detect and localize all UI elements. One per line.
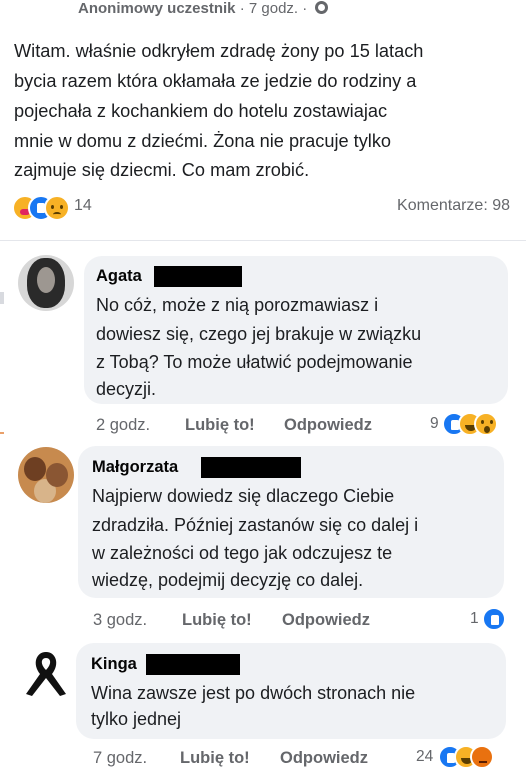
- redaction-bar: [146, 654, 240, 675]
- reply-button[interactable]: Odpowiedz: [280, 749, 368, 768]
- comment-reactions[interactable]: 9: [430, 412, 512, 436]
- post-text-line: pojechała z kochankiem do hotelu zostawi…: [14, 101, 388, 121]
- reaction-count: 9: [430, 415, 439, 432]
- comment-time[interactable]: 3 godz.: [93, 611, 147, 630]
- reaction-count: 1: [470, 610, 479, 627]
- post-header: Anonimowy uczestnik · 7 godz. ·: [78, 0, 329, 22]
- comment-text-line: No cóż, może z nią porozmawiasz i: [96, 295, 379, 315]
- comment-author[interactable]: Małgorzata: [92, 458, 178, 477]
- reaction-count: 14: [74, 197, 92, 214]
- divider: [0, 240, 526, 241]
- like-button-label: Lubię to!: [180, 749, 250, 767]
- like-button-label: Lubię to!: [185, 416, 255, 434]
- wow-icon: [474, 412, 498, 436]
- reply-button[interactable]: Odpowiedz: [282, 611, 370, 630]
- like-button[interactable]: Lubię to!: [185, 416, 255, 435]
- like-button-label: Lubię to!: [182, 611, 252, 629]
- comment-text-line: tylko jednej: [91, 709, 182, 729]
- post-time[interactable]: 7 godz.: [249, 0, 298, 17]
- comment-time[interactable]: 2 godz.: [96, 416, 150, 435]
- comment-text-line: decyzji.: [96, 379, 157, 399]
- separator: ·: [239, 0, 245, 17]
- like-button[interactable]: Lubię to!: [182, 611, 252, 630]
- comment-text-line: zdradziła. Później zastanów się co dalej…: [92, 515, 419, 535]
- post-text-line: mnie w domu z dziećmi. Żona nie pracuje …: [14, 131, 392, 151]
- comment-text-line: Wina zawsze jest po dwóch stronach nie: [91, 683, 416, 703]
- mourning-ribbon-icon[interactable]: [18, 644, 74, 700]
- post-text-line: Witam. właśnie odkryłem zdradę żony po 1…: [14, 41, 424, 61]
- comment-reactions[interactable]: 1: [470, 607, 510, 631]
- globe-icon: [315, 1, 329, 14]
- post-text-line: bycia razem która okłamała ze jedzie do …: [14, 71, 417, 91]
- redaction-bar: [154, 266, 242, 287]
- sad-icon: [44, 195, 70, 221]
- comment-reactions[interactable]: 24: [416, 745, 512, 769]
- separator: ·: [302, 0, 308, 17]
- comment-text-line: z Tobą? To może ułatwić podejmowanie: [96, 352, 413, 372]
- reply-button-label: Odpowiedz: [280, 749, 368, 767]
- redaction-bar: [201, 457, 301, 478]
- thread-line: [0, 292, 4, 304]
- angry-icon: [470, 745, 494, 769]
- post-text-line: zajmuje się dziecmi. Co mam zrobić.: [14, 160, 310, 180]
- avatar[interactable]: [18, 255, 74, 311]
- reply-button-label: Odpowiedz: [282, 611, 370, 629]
- thread-line: [0, 432, 4, 434]
- comment-author[interactable]: Agata: [96, 267, 142, 286]
- comment-text-line: Najpierw dowiedz się dlaczego Ciebie: [92, 486, 395, 506]
- comment-text-line: w zależności od tego jak odczujesz te: [92, 543, 393, 563]
- reply-button[interactable]: Odpowiedz: [284, 416, 372, 435]
- comment-bubble: Agata No cóż, może z nią porozmawiasz i …: [84, 256, 508, 404]
- like-icon: [482, 607, 506, 631]
- post-author[interactable]: Anonimowy uczestnik: [78, 0, 236, 17]
- avatar[interactable]: [18, 447, 74, 503]
- like-button[interactable]: Lubię to!: [180, 749, 250, 768]
- reply-button-label: Odpowiedz: [284, 416, 372, 434]
- comment-time[interactable]: 7 godz.: [93, 749, 147, 768]
- comment-text-line: dowiesz się, czego jej brakuje w związku: [96, 324, 422, 344]
- comment-bubble: Małgorzata Najpierw dowiedz się dlaczego…: [78, 446, 504, 598]
- comments-count-link[interactable]: Komentarze: 98: [397, 197, 510, 215]
- comment-text-line: wiedzę, podejmij decyzję co dalej.: [92, 570, 364, 590]
- reaction-count: 24: [416, 748, 434, 765]
- comment-author[interactable]: Kinga: [91, 655, 137, 674]
- comment-bubble: Kinga Wina zawsze jest po dwóch stronach…: [76, 643, 506, 739]
